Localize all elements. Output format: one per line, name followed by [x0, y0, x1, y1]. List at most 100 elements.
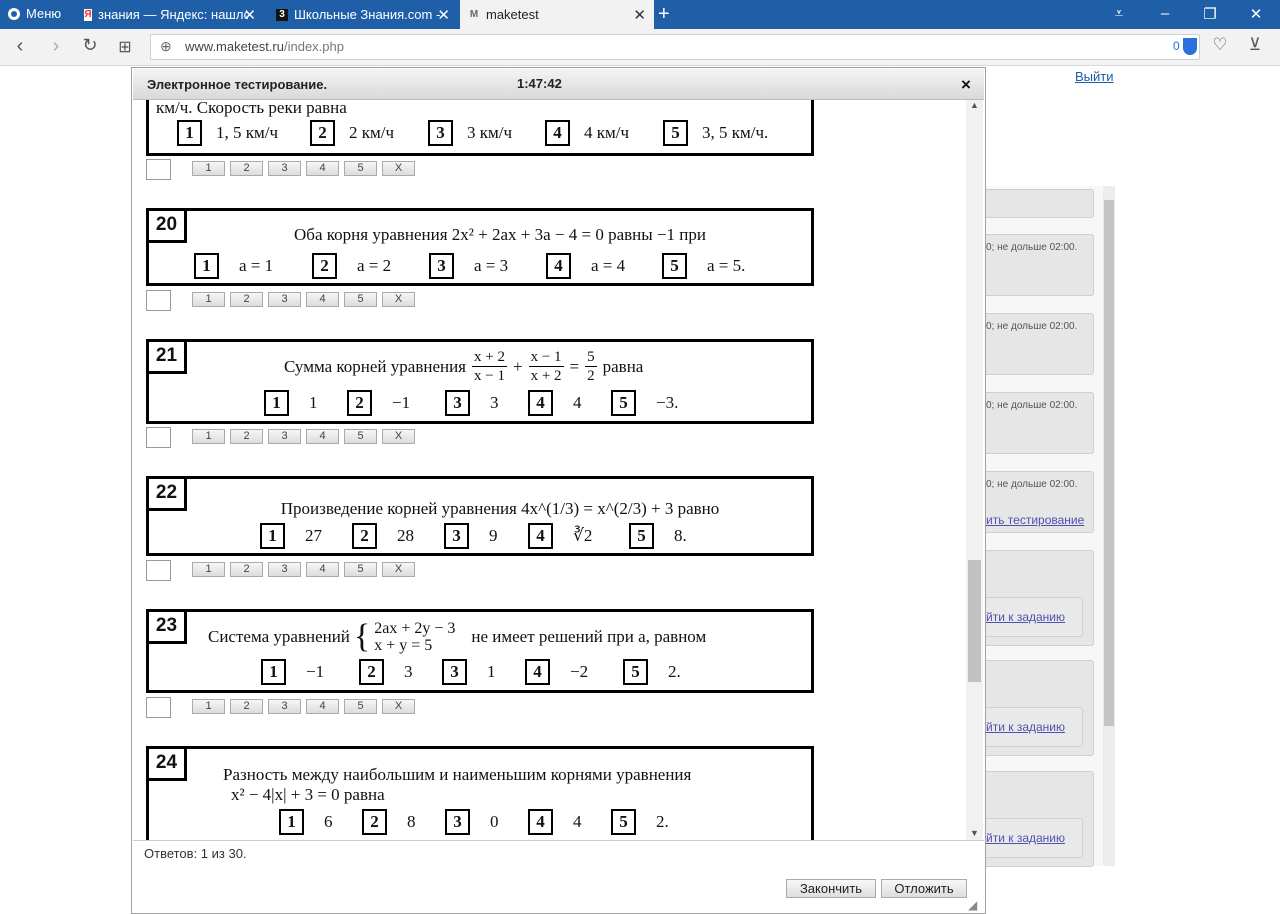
option: 16	[279, 809, 333, 835]
answer-button-1[interactable]: 1	[192, 429, 225, 444]
answer-button-5[interactable]: 5	[344, 429, 377, 444]
answer-button-clear[interactable]: X	[382, 562, 415, 577]
resize-grip-icon[interactable]: ◢	[968, 898, 982, 912]
speed-dial-icon[interactable]: ⊞	[113, 37, 137, 57]
answer-button-4[interactable]: 4	[306, 161, 339, 176]
logout-link[interactable]: Выйти	[1075, 69, 1114, 84]
answer-input[interactable]	[146, 159, 171, 180]
option: 4a = 4	[546, 253, 625, 279]
answer-button-5[interactable]: 5	[344, 292, 377, 307]
answer-button-5[interactable]: 5	[344, 562, 377, 577]
answer-button-clear[interactable]: X	[382, 699, 415, 714]
test-timer: 1:47:42	[517, 76, 562, 91]
adblock-shield-icon[interactable]	[1183, 38, 1197, 55]
answer-button-1[interactable]: 1	[192, 562, 225, 577]
tab-yandex[interactable]: Я знания — Яндекс: нашлос ✕	[76, 0, 264, 29]
answer-button-4[interactable]: 4	[306, 292, 339, 307]
tab-znanija[interactable]: 3 Школьные Знания.com - ( ✕	[268, 0, 458, 29]
option: 1 1, 5 км/ч	[177, 120, 278, 146]
answer-button-3[interactable]: 3	[268, 292, 301, 307]
question-text: Сумма корней уравнения x + 2x − 1 + x − …	[284, 349, 644, 384]
option: 44 км/ч	[545, 120, 629, 146]
browser-menu-button[interactable]: Меню	[8, 6, 61, 21]
side-box: 0; не дольше 02:00. ить тестирование	[986, 471, 1094, 533]
option: 44	[528, 809, 582, 835]
goto-task-link[interactable]: йти к заданию	[986, 831, 1065, 845]
answer-button-4[interactable]: 4	[306, 429, 339, 444]
forward-icon[interactable]: ›	[44, 35, 68, 58]
answer-button-2[interactable]: 2	[230, 699, 263, 714]
option: 5 3, 5 км/ч.	[663, 120, 768, 146]
equation-system: 2ax + 2y − 3x + y = 5	[374, 620, 456, 654]
answer-button-clear[interactable]: X	[382, 292, 415, 307]
side-box: йти к заданию	[986, 660, 1094, 756]
answer-input[interactable]	[146, 427, 171, 448]
address-field[interactable]: ⊕ www.maketest.ru/index.php 0	[150, 34, 1200, 60]
option: 23	[359, 659, 413, 685]
window-close-icon[interactable]: ✕	[1241, 5, 1271, 23]
answer-button-3[interactable]: 3	[268, 562, 301, 577]
tab-menu-icon[interactable]: ⩡	[1104, 5, 1134, 22]
answer-button-3[interactable]: 3	[268, 161, 301, 176]
dialog-footer	[133, 840, 984, 912]
side-box: 0; не дольше 02:00.	[986, 392, 1094, 454]
goto-task-link[interactable]: йти к заданию	[986, 720, 1065, 734]
question-card: 24 Разность между наибольшим и наименьши…	[146, 746, 814, 840]
answer-button-2[interactable]: 2	[230, 429, 263, 444]
answer-button-2[interactable]: 2	[230, 562, 263, 577]
restore-icon[interactable]: ❐	[1195, 5, 1225, 23]
answer-input[interactable]	[146, 560, 171, 581]
answer-button-5[interactable]: 5	[344, 699, 377, 714]
answer-button-1[interactable]: 1	[192, 699, 225, 714]
postpone-button[interactable]: Отложить	[881, 879, 967, 898]
option: 1 27	[260, 523, 322, 549]
dialog-scrollbar-thumb[interactable]	[968, 560, 981, 682]
goto-task-link[interactable]: йти к заданию	[986, 610, 1065, 624]
znanija-icon: 3	[276, 8, 288, 21]
answer-button-2[interactable]: 2	[230, 161, 263, 176]
answer-input[interactable]	[146, 290, 171, 311]
page-scrollbar-thumb[interactable]	[1104, 200, 1114, 726]
answer-button-1[interactable]: 1	[192, 161, 225, 176]
close-tab-icon[interactable]: ✕	[243, 6, 256, 24]
scroll-down-icon[interactable]: ▼	[970, 828, 979, 838]
option: 44	[528, 390, 582, 416]
option: 31	[442, 659, 496, 685]
answer-button-3[interactable]: 3	[268, 429, 301, 444]
finish-button[interactable]: Закончить	[786, 879, 876, 898]
close-tab-icon[interactable]: ✕	[437, 6, 450, 24]
answer-button-clear[interactable]: X	[382, 161, 415, 176]
option: 5a = 5.	[662, 253, 745, 279]
back-icon[interactable]: ‹	[8, 35, 32, 58]
close-tab-icon[interactable]: ✕	[633, 6, 646, 24]
question-card: 23 Система уравнений { 2ax + 2y − 3x + y…	[146, 609, 814, 693]
answer-button-1[interactable]: 1	[192, 292, 225, 307]
option: 4 −2	[525, 659, 588, 685]
download-icon[interactable]: ⊻	[1243, 35, 1267, 55]
finish-testing-link[interactable]: ить тестирование	[986, 513, 1084, 527]
bookmark-heart-icon[interactable]: ♡	[1208, 35, 1232, 55]
answer-input[interactable]	[146, 697, 171, 718]
side-box: 0; не дольше 02:00.	[986, 234, 1094, 296]
answer-button-clear[interactable]: X	[382, 429, 415, 444]
new-tab-icon[interactable]: +	[658, 3, 670, 26]
answer-button-5[interactable]: 5	[344, 161, 377, 176]
opera-logo-icon	[8, 7, 20, 20]
dialog-close-icon[interactable]: ×	[961, 75, 971, 95]
dialog-title: Электронное тестирование.	[147, 77, 328, 92]
dialog-scrollbar[interactable]	[966, 100, 983, 840]
option: 4 ∛2	[528, 523, 592, 549]
scroll-up-icon[interactable]: ▲	[970, 100, 979, 110]
answer-button-3[interactable]: 3	[268, 699, 301, 714]
side-box	[986, 189, 1094, 218]
tab-maketest[interactable]: M maketest ✕	[460, 0, 654, 29]
answer-button-2[interactable]: 2	[230, 292, 263, 307]
question-number: 23	[149, 612, 187, 644]
minimize-icon[interactable]: –	[1150, 5, 1180, 22]
answer-button-4[interactable]: 4	[306, 699, 339, 714]
question-card: 21 Сумма корней уравнения x + 2x − 1 + x…	[146, 339, 814, 424]
option: 5 2.	[611, 809, 669, 835]
answer-button-4[interactable]: 4	[306, 562, 339, 577]
reload-icon[interactable]: ↻	[78, 35, 102, 56]
yandex-icon: Я	[84, 8, 92, 21]
